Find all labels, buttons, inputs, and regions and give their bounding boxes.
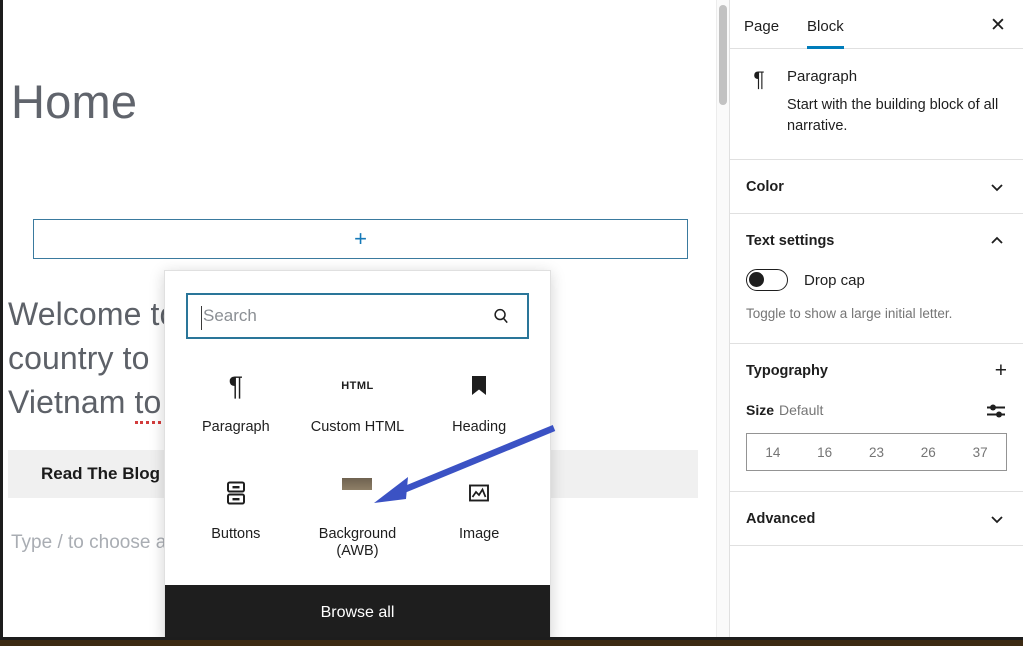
chevron-up-icon[interactable]	[987, 231, 1007, 251]
block-item-heading[interactable]: Heading	[418, 357, 540, 462]
panel-color: Color	[730, 160, 1023, 214]
font-size-option-26[interactable]: 26	[902, 434, 954, 470]
read-the-blog-label: Read The Blog	[41, 464, 161, 483]
heading-bookmark-icon	[468, 369, 490, 403]
font-size-row: Size Default	[746, 401, 1007, 421]
block-inserter-popover: ¶ Paragraph HTML Custom HTML Heading	[164, 270, 551, 642]
font-size-picker: 14 16 23 26 37	[746, 433, 1007, 471]
drop-cap-helper-text: Toggle to show a large initial letter.	[746, 306, 953, 321]
canvas-scrollbar-thumb[interactable]	[719, 5, 727, 105]
panel-advanced: Advanced	[730, 492, 1023, 546]
tab-block-label: Block	[807, 18, 844, 35]
font-size-option-23[interactable]: 23	[851, 434, 903, 470]
panel-text-settings-header[interactable]: Text settings	[746, 214, 1007, 267]
block-item-label: Background (AWB)	[318, 525, 397, 559]
window-bottom-strip	[0, 640, 1023, 646]
block-appender[interactable]: +	[33, 219, 688, 259]
sidebar-header: Page Block ✕	[730, 0, 1023, 49]
inserter-search-wrapper	[165, 271, 550, 351]
chevron-down-icon[interactable]	[987, 509, 1007, 529]
selected-block-title: Paragraph	[787, 68, 858, 85]
font-size-option-16[interactable]: 16	[799, 434, 851, 470]
panel-color-header[interactable]: Color	[746, 160, 1007, 213]
close-icon[interactable]: ✕	[981, 8, 1015, 42]
tab-page-label: Page	[744, 18, 780, 35]
panel-typography: Typography + Size Default 14 16 23 26 37	[730, 344, 1023, 492]
sliders-icon[interactable]	[985, 401, 1007, 421]
font-size-option-37[interactable]: 37	[954, 434, 1006, 470]
text-caret	[201, 306, 202, 330]
panel-text-settings-title: Text settings	[746, 232, 835, 249]
browse-all-button[interactable]: Browse all	[165, 585, 550, 641]
block-item-custom-html[interactable]: HTML Custom HTML	[297, 357, 419, 462]
block-item-label: Heading	[452, 419, 507, 435]
drop-cap-row: Drop cap	[746, 269, 1007, 291]
plus-icon: +	[354, 226, 367, 251]
panel-typography-header[interactable]: Typography +	[746, 344, 1007, 397]
panel-text-settings: Text settings Drop cap Toggle to show a …	[730, 214, 1023, 344]
awb-thumbnail-icon: AWB	[342, 476, 373, 510]
tab-page[interactable]: Page	[730, 18, 793, 48]
pilcrow-icon: ¶	[228, 370, 244, 401]
tab-block[interactable]: Block	[793, 18, 858, 49]
block-settings-sidebar: Page Block ✕ ¶ Paragraph Start with the …	[729, 0, 1023, 640]
image-icon	[467, 476, 491, 510]
block-item-label: Paragraph	[201, 419, 270, 435]
block-item-label: Buttons	[211, 525, 261, 542]
selected-block-card: ¶ Paragraph Start with the building bloc…	[730, 49, 1023, 160]
html-icon: HTML	[341, 380, 374, 392]
inserter-search-field[interactable]	[186, 293, 529, 339]
font-size-label: Size	[746, 402, 775, 418]
pilcrow-icon: ¶	[753, 68, 765, 91]
toggle-knob	[749, 272, 764, 287]
buttons-icon	[224, 476, 248, 510]
body-text-line2-left: country to	[8, 340, 150, 376]
panel-color-title: Color	[746, 178, 784, 195]
block-item-paragraph[interactable]: ¶ Paragraph	[175, 357, 297, 462]
body-text-line3: Vietnam to	[8, 384, 162, 424]
block-item-background-awb[interactable]: AWB Background (AWB)	[297, 464, 419, 586]
search-icon	[492, 307, 511, 326]
panel-text-settings-body: Drop cap Toggle to show a large initial …	[746, 269, 1007, 343]
chevron-down-icon[interactable]	[987, 177, 1007, 197]
body-text-line1-left: Welcome to	[8, 296, 178, 332]
block-type-grid: ¶ Paragraph HTML Custom HTML Heading But…	[165, 351, 550, 585]
block-item-label: Custom HTML	[310, 419, 405, 435]
drop-cap-label: Drop cap	[804, 271, 865, 289]
selected-block-description: Start with the building block of all nar…	[787, 97, 999, 134]
wordpress-block-editor: Home + Welcome to p from country to ada,…	[0, 0, 1023, 646]
page-title: Home	[11, 75, 138, 128]
block-item-buttons[interactable]: Buttons	[175, 464, 297, 586]
panel-typography-body: Size Default 14 16 23 26 37	[746, 401, 1007, 491]
font-size-option-14[interactable]: 14	[747, 434, 799, 470]
panel-typography-title: Typography	[746, 362, 828, 379]
block-item-label: Image	[459, 525, 500, 542]
plus-icon[interactable]: +	[995, 360, 1007, 381]
spellcheck-word: to	[134, 384, 162, 424]
drop-cap-toggle[interactable]	[746, 269, 788, 291]
block-item-image[interactable]: Image	[418, 464, 540, 586]
font-size-value: Default	[779, 402, 824, 418]
search-input[interactable]	[188, 306, 492, 326]
browse-all-label: Browse all	[320, 604, 395, 621]
panel-advanced-title: Advanced	[746, 510, 816, 527]
panel-advanced-header[interactable]: Advanced	[746, 492, 1007, 545]
